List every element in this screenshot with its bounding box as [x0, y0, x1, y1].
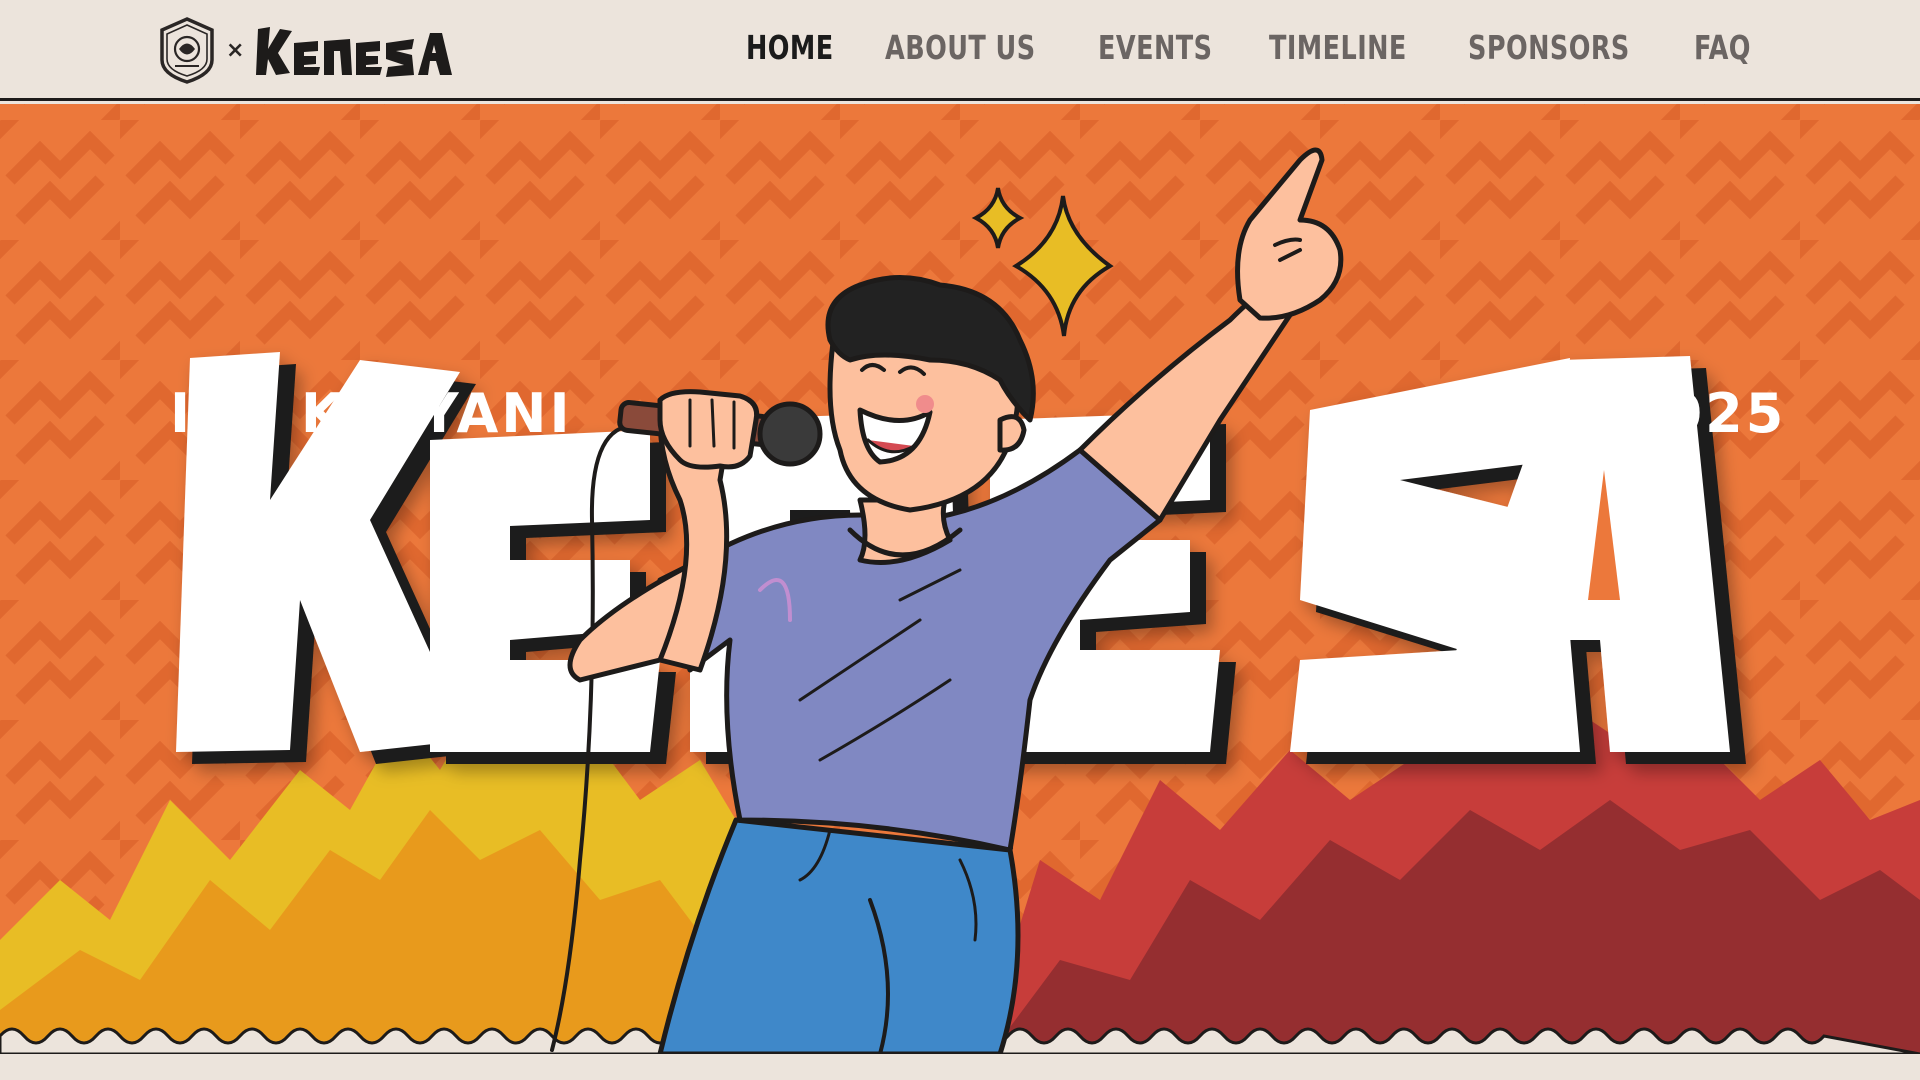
hero-location-label: IIIT KALYANI — [170, 382, 573, 445]
nav-home[interactable]: HOME — [746, 28, 834, 67]
nav-about-us[interactable]: ABOUT US — [885, 28, 1036, 67]
brand[interactable]: × — [158, 14, 454, 86]
kenesa-wordmark-logo — [256, 27, 453, 77]
main-nav: HOME ABOUT US EVENTS TIMELINE SPONSORS F… — [746, 28, 1761, 67]
nav-events[interactable]: EVENTS — [1098, 28, 1212, 67]
college-crest-icon — [160, 17, 214, 84]
navbar: × HOME ABOUT US EVENTS TIMELINE SPONSORS… — [0, 0, 1920, 101]
nav-sponsors[interactable]: SPONSORS — [1468, 28, 1630, 67]
brand-separator: × — [226, 37, 245, 63]
hero-banner: IIIT KALYANI 2025 — [0, 104, 1920, 1054]
hero-artwork — [0, 104, 1920, 1054]
nav-faq[interactable]: FAQ — [1694, 28, 1751, 67]
nav-timeline[interactable]: TIMELINE — [1269, 28, 1407, 67]
hero-year-label: 2025 — [1624, 382, 1787, 445]
